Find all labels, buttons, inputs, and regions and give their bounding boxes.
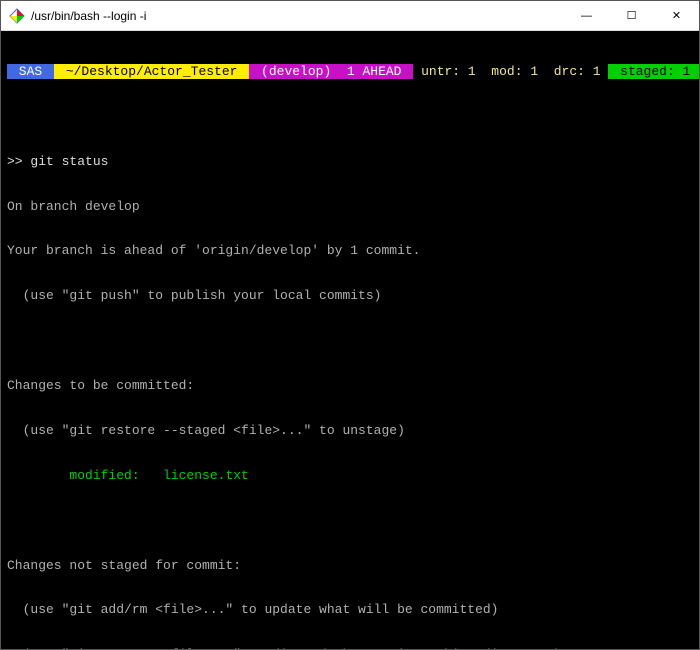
close-button[interactable]: ✕ [654,1,699,30]
output-line: On branch develop [7,200,693,215]
seg-status: untr: 1 mod: 1 drc: 1 [413,64,608,79]
output-line: Changes not staged for commit: [7,559,693,574]
output-line: (use "git add/rm <file>..." to update wh… [7,603,693,618]
output-line: (use "git push" to publish your local co… [7,289,693,304]
staged-file: modified: license.txt [7,469,693,484]
seg-staged: staged: 1 [608,64,699,79]
output-line: Changes to be committed: [7,379,693,394]
terminal-body[interactable]: SAS ~/Desktop/Actor_Tester (develop) 1 A… [1,31,699,649]
seg-path: ~/Desktop/Actor_Tester [54,64,249,79]
seg-sas: SAS [7,64,54,79]
terminal-window: /usr/bin/bash --login -i — ☐ ✕ SAS ~/Des… [0,0,700,650]
maximize-button[interactable]: ☐ [609,1,654,30]
output-line: (use "git restore --staged <file>..." to… [7,424,693,439]
titlebar[interactable]: /usr/bin/bash --login -i — ☐ ✕ [1,1,699,31]
minimize-button[interactable]: — [564,1,609,30]
command-line: >> git status [7,155,693,170]
prompt-line-1: SAS ~/Desktop/Actor_Tester (develop) 1 A… [7,65,693,80]
seg-branch: (develop) 1 AHEAD [249,64,413,79]
window-title: /usr/bin/bash --login -i [31,9,564,23]
git-status-cmd: git status [30,154,108,169]
output-line: Your branch is ahead of 'origin/develop'… [7,244,693,259]
window-controls: — ☐ ✕ [564,1,699,30]
app-icon [9,8,25,24]
output-line: (use "git restore <file>..." to discard … [7,648,693,649]
